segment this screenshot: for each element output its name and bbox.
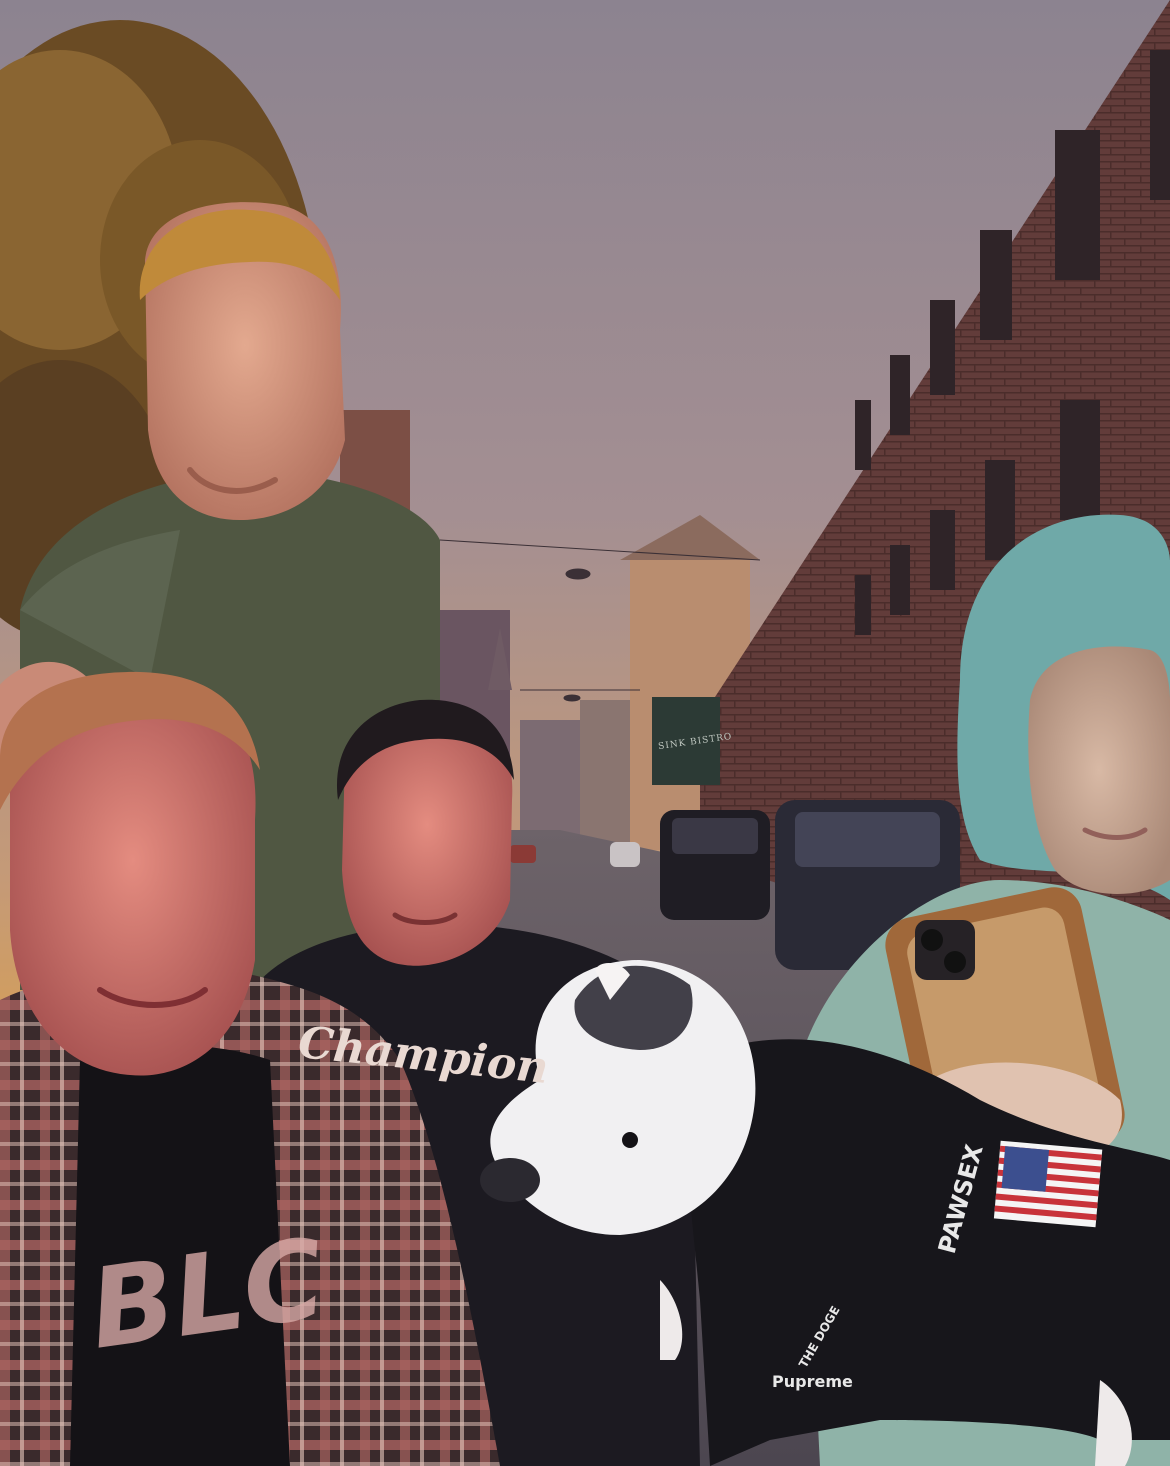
phone-camera-icon: [915, 920, 975, 980]
jacket-collab-text: Pupreme: [772, 1372, 853, 1391]
collage: Champion BLC PAWSEX THE DOGE Pupreme SIN…: [0, 0, 1170, 1466]
us-flag-patch-icon: [993, 1140, 1103, 1228]
